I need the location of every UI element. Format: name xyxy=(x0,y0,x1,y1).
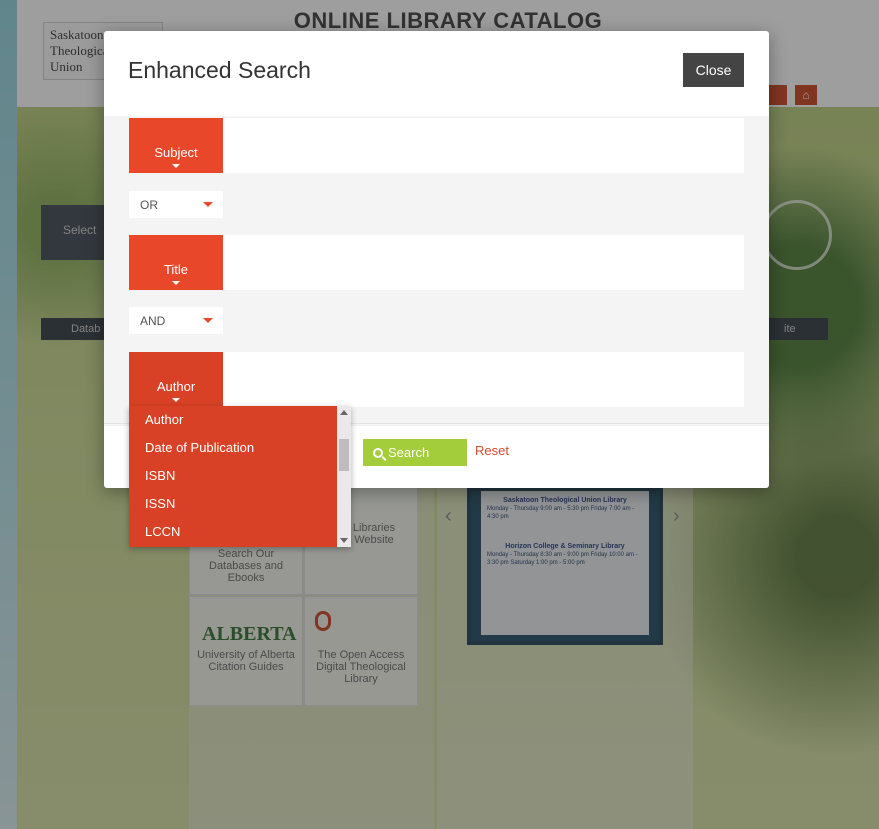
search-label: Search xyxy=(388,445,430,460)
title-input[interactable] xyxy=(223,235,744,290)
field-label: Author xyxy=(156,378,196,394)
scrollbar-thumb[interactable] xyxy=(339,439,349,471)
reset-link[interactable]: Reset xyxy=(475,443,509,458)
field-select-subject[interactable]: Subject xyxy=(129,118,223,173)
operator-value: OR xyxy=(140,198,158,212)
operator-select[interactable]: OR xyxy=(129,191,223,218)
subject-input[interactable] xyxy=(223,118,744,173)
search-form: Subject OR Title AND Author xyxy=(104,116,769,426)
caret-down-icon xyxy=(172,280,180,285)
caret-down-icon xyxy=(172,397,180,402)
search-button[interactable]: Search xyxy=(363,439,467,466)
search-icon xyxy=(373,448,383,458)
operator-value: AND xyxy=(140,314,166,328)
caret-down-icon xyxy=(203,318,213,323)
dropdown-option-author[interactable]: Author xyxy=(129,406,351,434)
dropdown-option-lccn[interactable]: LCCN xyxy=(129,518,351,546)
close-button[interactable]: Close xyxy=(683,53,744,87)
caret-down-icon xyxy=(203,202,213,207)
field-dropdown-list: Author Date of Publication ISBN ISSN LCC… xyxy=(129,406,351,547)
modal-title: Enhanced Search xyxy=(128,57,311,83)
field-label: Subject xyxy=(154,144,198,160)
operator-select[interactable]: AND xyxy=(129,307,223,334)
dropdown-option-date-of-publication[interactable]: Date of Publication xyxy=(129,434,351,462)
scroll-up-icon[interactable] xyxy=(340,410,348,415)
field-select-author[interactable]: Author xyxy=(129,352,223,407)
dropdown-option-isbn[interactable]: ISBN xyxy=(129,462,351,490)
dropdown-scrollbar[interactable] xyxy=(337,406,351,547)
dropdown-option-issn[interactable]: ISSN xyxy=(129,490,351,518)
caret-down-icon xyxy=(172,163,180,168)
field-label: Title xyxy=(163,261,189,277)
scroll-down-icon[interactable] xyxy=(340,538,348,543)
field-select-title[interactable]: Title xyxy=(129,235,223,290)
author-input[interactable] xyxy=(223,352,744,407)
